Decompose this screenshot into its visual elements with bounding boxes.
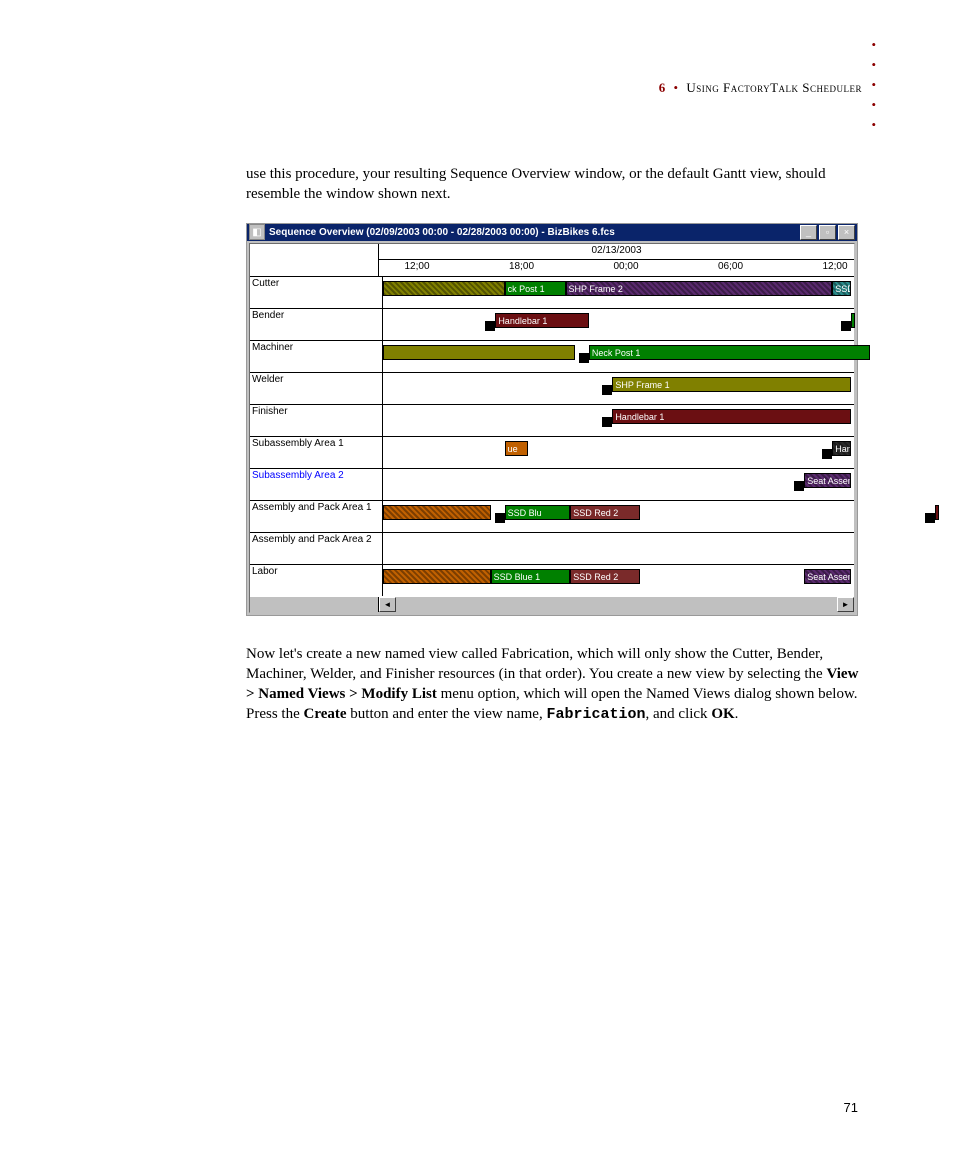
gantt-row: Assembly and Pack Area 2 — [250, 533, 854, 565]
gantt-bar[interactable]: Handlebar 1 — [495, 313, 589, 328]
gantt-track — [383, 533, 854, 564]
timeline-tick: 06;00 — [718, 261, 743, 272]
gantt-bar[interactable]: Seat Assembly 2 — [804, 569, 851, 584]
gantt-bar[interactable] — [383, 505, 491, 520]
gantt-bar[interactable]: SHP Frame 1 — [612, 377, 851, 392]
gantt-row: Subassembly Area 1 ue Handlebar Assembly 2 — [250, 437, 854, 469]
gantt-row: Finisher Handlebar 1 — [250, 405, 854, 437]
gantt-bar[interactable] — [383, 569, 491, 584]
gantt-bar[interactable]: Handlebar 1 — [612, 409, 851, 424]
timeline-date: 02/13/2003 — [591, 245, 641, 256]
minimize-button[interactable]: _ — [800, 225, 817, 240]
timeline-tick: 00;00 — [613, 261, 638, 272]
gantt-track: SSD Blue 1SSD Red 2 Seat Assembly 2 — [383, 565, 854, 596]
task-marker — [822, 449, 832, 459]
task-marker — [602, 385, 612, 395]
resource-label: Machiner — [250, 341, 383, 372]
resource-label: Labor — [250, 565, 383, 596]
margin-bullets: ••••• — [871, 35, 876, 135]
task-marker — [841, 321, 851, 331]
task-marker — [602, 417, 612, 427]
gantt-track: SSD BluSSD Red 2SH — [383, 501, 854, 532]
resource-label: Assembly and Pack Area 2 — [250, 533, 383, 564]
resource-label: Welder — [250, 373, 383, 404]
gantt-bar[interactable]: Handlebar Assembly 2 — [832, 441, 851, 456]
gantt-track: Neck Post 1 — [383, 341, 854, 372]
maximize-button[interactable]: ▫ — [819, 225, 836, 240]
gantt-row: Labor SSD Blue 1SSD Red 2 Seat Assembly 2 — [250, 565, 854, 596]
gantt-bar[interactable]: SSD Blue 1 — [491, 569, 571, 584]
task-marker — [925, 513, 935, 523]
gantt-bar[interactable]: Seat Assembly 2 — [804, 473, 851, 488]
page-header: 6 • Using FactoryTalk Scheduler — [246, 80, 862, 96]
close-button[interactable]: × — [838, 225, 855, 240]
gantt-row: Bender Handlebar 1 Neck Post 1 — [250, 309, 854, 341]
window-title: Sequence Overview (02/09/2003 00:00 - 02… — [269, 227, 615, 238]
window-icon: ◧ — [249, 224, 265, 240]
chapter-title: Using FactoryTalk Scheduler — [686, 80, 862, 95]
gantt-bar[interactable]: ue — [505, 441, 528, 456]
chapter-number: 6 — [659, 80, 666, 95]
gantt-bar[interactable]: Neck Post 1 — [589, 345, 870, 360]
resource-label: Cutter — [250, 277, 383, 308]
resource-label: Bender — [250, 309, 383, 340]
scroll-right-button[interactable]: ► — [837, 597, 854, 612]
gantt-row: MachinerNeck Post 1 — [250, 341, 854, 373]
gantt-track: ck Post 1SHP Frame 2SSD Frame 1 — [383, 277, 854, 308]
page-number: 71 — [844, 1100, 858, 1115]
instructions-paragraph: Now let's create a new named view called… — [246, 644, 862, 726]
resource-label: Subassembly Area 2 — [250, 469, 383, 500]
resource-label: Finisher — [250, 405, 383, 436]
timeline-tick: 18;00 — [509, 261, 534, 272]
intro-paragraph: use this procedure, your resulting Seque… — [246, 164, 862, 205]
gantt-bar[interactable]: Neck Post 1 — [851, 313, 855, 328]
gantt-chart: 02/13/2003 12;00 18;00 00;00 06;00 12;00 Cut… — [249, 243, 855, 613]
gantt-bar[interactable]: ck Post 1 — [505, 281, 566, 296]
task-marker — [485, 321, 495, 331]
gantt-bar[interactable]: SH — [935, 505, 939, 520]
gantt-bar[interactable]: SSD Red 2 — [570, 505, 640, 520]
gantt-track: ue Handlebar Assembly 2 — [383, 437, 854, 468]
task-marker — [495, 513, 505, 523]
scroll-left-button[interactable]: ◄ — [379, 597, 396, 612]
sequence-overview-window: ◧ Sequence Overview (02/09/2003 00:00 - … — [246, 223, 858, 616]
window-titlebar[interactable]: ◧ Sequence Overview (02/09/2003 00:00 - … — [247, 224, 857, 241]
gantt-bar[interactable]: SSD Frame 1 — [832, 281, 851, 296]
gantt-bar[interactable]: SSD Blu — [505, 505, 571, 520]
gantt-row: Cutterck Post 1SHP Frame 2SSD Frame 1 — [250, 277, 854, 309]
task-marker — [579, 353, 589, 363]
gantt-bar[interactable]: SSD Red 2 — [570, 569, 640, 584]
gantt-bar[interactable] — [383, 281, 505, 296]
gantt-track: Handlebar 1 Neck Post 1 — [383, 309, 854, 340]
gantt-bar[interactable] — [383, 345, 575, 360]
gantt-bar[interactable]: SHP Frame 2 — [566, 281, 833, 296]
gantt-track: Handlebar 1 — [383, 405, 854, 436]
timeline-tick: 12;00 — [404, 261, 429, 272]
timeline-tick: 12;00 — [822, 261, 847, 272]
gantt-row: Assembly and Pack Area 1SSD BluSSD Red 2… — [250, 501, 854, 533]
gantt-track: SHP Frame 1 — [383, 373, 854, 404]
resource-label: Assembly and Pack Area 1 — [250, 501, 383, 532]
horizontal-scrollbar[interactable]: ◄ ► — [250, 596, 854, 612]
task-marker — [794, 481, 804, 491]
gantt-row: Subassembly Area 2 Seat Assembly 2 — [250, 469, 854, 501]
gantt-track: Seat Assembly 2 — [383, 469, 854, 500]
gantt-row: Welder SHP Frame 1 — [250, 373, 854, 405]
resource-label: Subassembly Area 1 — [250, 437, 383, 468]
